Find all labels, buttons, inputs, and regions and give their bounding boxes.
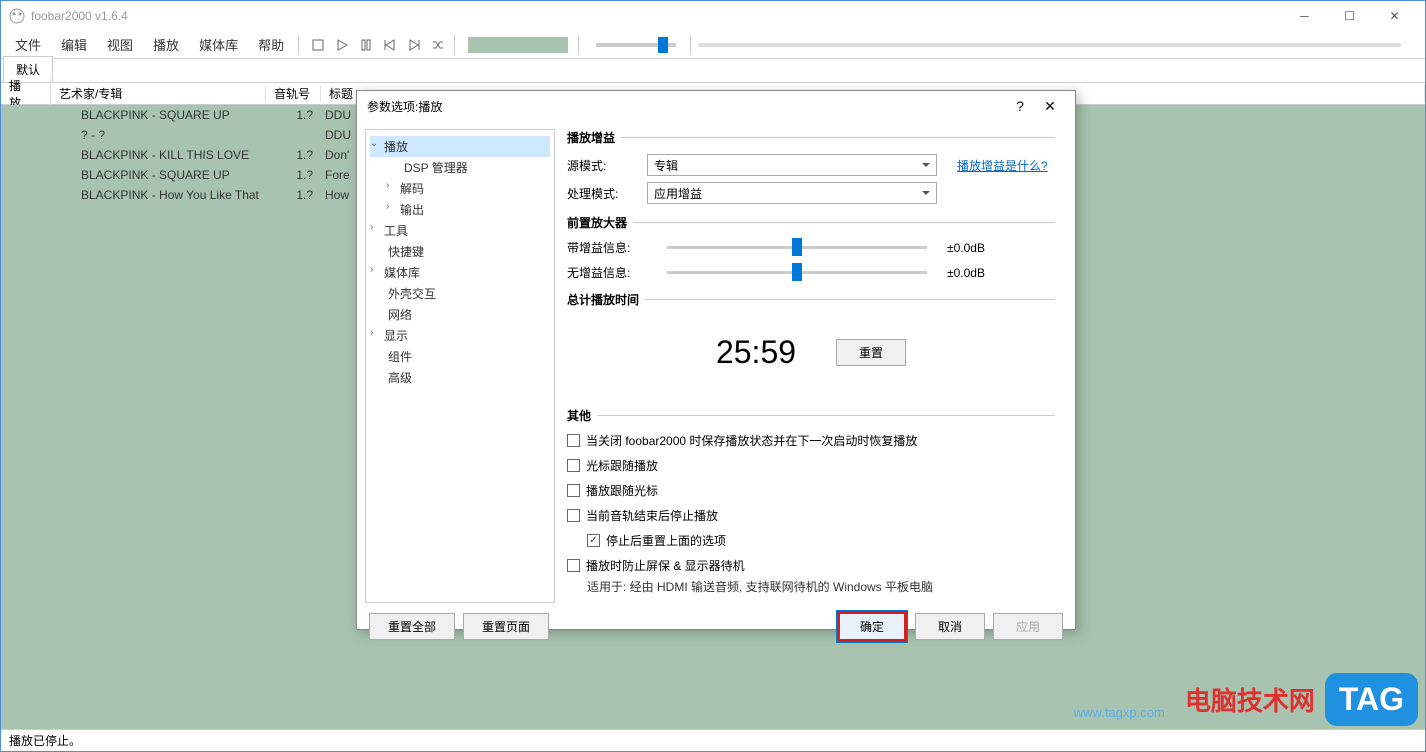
watermark-url: www.tagxp.com xyxy=(1074,705,1165,720)
combo-source-mode[interactable]: 专辑 xyxy=(647,154,937,176)
menu-file[interactable]: 文件 xyxy=(5,31,51,58)
play-icon[interactable] xyxy=(333,36,351,54)
tree-hotkeys[interactable]: 快捷键 xyxy=(370,241,550,262)
label-with-gain: 带增益信息: xyxy=(567,239,647,256)
col-artist[interactable]: 艺术家/专辑 xyxy=(51,85,266,102)
maximize-button[interactable]: ☐ xyxy=(1327,1,1372,31)
label-process-mode: 处理模式: xyxy=(567,185,647,202)
check-reset-above[interactable]: 停止后重置上面的选项 xyxy=(587,532,1055,549)
settings-panel: 播放增益 源模式: 专辑 播放增益是什么? 处理模式: 应用增益 前置放大器 带… xyxy=(555,129,1067,603)
dialog-close-button[interactable]: ✕ xyxy=(1035,91,1065,121)
titlebar: foobar2000 v1.6.4 ─ ☐ ✕ xyxy=(1,1,1425,31)
check-stop-after-current[interactable]: 当前音轨结束后停止播放 xyxy=(567,507,1055,524)
main-window: foobar2000 v1.6.4 ─ ☐ ✕ 文件 编辑 视图 播放 媒体库 … xyxy=(0,0,1426,752)
balance-slider[interactable] xyxy=(596,43,676,47)
menu-edit[interactable]: 编辑 xyxy=(51,31,97,58)
preferences-dialog: 参数选项:播放 ? ✕ ⌄播放 DSP 管理器 ›解码 ›输出 ›工具 快捷键 … xyxy=(356,90,1076,630)
preferences-tree[interactable]: ⌄播放 DSP 管理器 ›解码 ›输出 ›工具 快捷键 ›媒体库 外壳交互 网络… xyxy=(365,129,555,603)
help-button[interactable]: ? xyxy=(1005,91,1035,121)
playlist-tabs: 默认 xyxy=(1,59,1425,83)
value-with-gain: ±0.0dB xyxy=(947,241,1007,255)
menubar: 文件 编辑 视图 播放 媒体库 帮助 xyxy=(1,31,1425,59)
dialog-title: 参数选项:播放 xyxy=(367,98,1005,115)
volume-slider[interactable] xyxy=(468,37,568,53)
status-bar: 播放已停止。 xyxy=(1,729,1425,751)
reset-all-button[interactable]: 重置全部 xyxy=(369,613,455,640)
tree-advanced[interactable]: 高级 xyxy=(370,367,550,388)
window-title: foobar2000 v1.6.4 xyxy=(31,9,1282,23)
check-prevent-screensaver[interactable]: 播放时防止屏保 & 显示器待机 xyxy=(567,557,1055,574)
slider-no-gain[interactable] xyxy=(667,271,927,274)
chevron-right-icon: › xyxy=(370,264,373,275)
tree-decode[interactable]: ›解码 xyxy=(370,178,550,199)
close-button[interactable]: ✕ xyxy=(1372,1,1417,31)
prev-icon[interactable] xyxy=(381,36,399,54)
menu-view[interactable]: 视图 xyxy=(97,31,143,58)
apply-button[interactable]: 应用 xyxy=(993,613,1063,640)
ok-button[interactable]: 确定 xyxy=(837,611,907,642)
minimize-button[interactable]: ─ xyxy=(1282,1,1327,31)
total-play-time: 25:59 xyxy=(716,334,796,371)
separator xyxy=(298,35,302,55)
watermark: 电脑技术网 www.tagxp.com TAG xyxy=(1185,673,1418,726)
label-no-gain: 无增益信息: xyxy=(567,264,647,281)
check-save-state[interactable]: 当关闭 foobar2000 时保存播放状态并在下一次启动时恢复播放 xyxy=(567,432,1055,449)
chevron-right-icon: › xyxy=(386,180,389,191)
reset-time-button[interactable]: 重置 xyxy=(836,339,906,366)
tree-output[interactable]: ›输出 xyxy=(370,199,550,220)
tree-playback[interactable]: ⌄播放 xyxy=(370,136,550,157)
tree-network[interactable]: 网络 xyxy=(370,304,550,325)
menu-help[interactable]: 帮助 xyxy=(248,31,294,58)
tree-tools[interactable]: ›工具 xyxy=(370,220,550,241)
link-what-is-replaygain[interactable]: 播放增益是什么? xyxy=(957,157,1048,174)
group-total-time: 总计播放时间 xyxy=(567,291,1055,308)
dialog-button-bar: 重置全部 重置页面 确定 取消 应用 xyxy=(357,611,1075,642)
menu-play[interactable]: 播放 xyxy=(143,31,189,58)
status-text: 播放已停止。 xyxy=(9,732,81,749)
random-icon[interactable] xyxy=(429,36,447,54)
watermark-text: 电脑技术网 xyxy=(1185,686,1315,716)
group-preamp: 前置放大器 xyxy=(567,214,1055,231)
app-icon xyxy=(9,8,25,24)
chevron-right-icon: › xyxy=(370,327,373,338)
label-source-mode: 源模式: xyxy=(567,157,647,174)
chevron-right-icon: › xyxy=(386,201,389,212)
note-hdmi: 适用于: 经由 HDMI 输送音频, 支持联网待机的 Windows 平板电脑 xyxy=(587,578,1055,595)
tree-shell[interactable]: 外壳交互 xyxy=(370,283,550,304)
tree-components[interactable]: 组件 xyxy=(370,346,550,367)
tree-library[interactable]: ›媒体库 xyxy=(370,262,550,283)
check-playback-follows[interactable]: 播放跟随光标 xyxy=(567,482,1055,499)
tree-dsp[interactable]: DSP 管理器 xyxy=(370,157,550,178)
separator xyxy=(690,35,694,55)
separator xyxy=(454,35,458,55)
slider-with-gain[interactable] xyxy=(667,246,927,249)
seekbar[interactable] xyxy=(698,43,1401,47)
col-track[interactable]: 音轨号 xyxy=(266,85,321,102)
next-icon[interactable] xyxy=(405,36,423,54)
menu-library[interactable]: 媒体库 xyxy=(189,31,248,58)
pause-icon[interactable] xyxy=(357,36,375,54)
tree-display[interactable]: ›显示 xyxy=(370,325,550,346)
cancel-button[interactable]: 取消 xyxy=(915,613,985,640)
group-replaygain: 播放增益 xyxy=(567,129,1055,146)
check-cursor-follows[interactable]: 光标跟随播放 xyxy=(567,457,1055,474)
group-other: 其他 xyxy=(567,407,1055,424)
stop-icon[interactable] xyxy=(309,36,327,54)
separator xyxy=(578,35,582,55)
dialog-titlebar: 参数选项:播放 ? ✕ xyxy=(357,91,1075,121)
value-no-gain: ±0.0dB xyxy=(947,266,1007,280)
chevron-down-icon: ⌄ xyxy=(370,138,378,149)
combo-process-mode[interactable]: 应用增益 xyxy=(647,182,937,204)
chevron-right-icon: › xyxy=(370,222,373,233)
watermark-tag: TAG xyxy=(1325,673,1418,726)
reset-page-button[interactable]: 重置页面 xyxy=(463,613,549,640)
